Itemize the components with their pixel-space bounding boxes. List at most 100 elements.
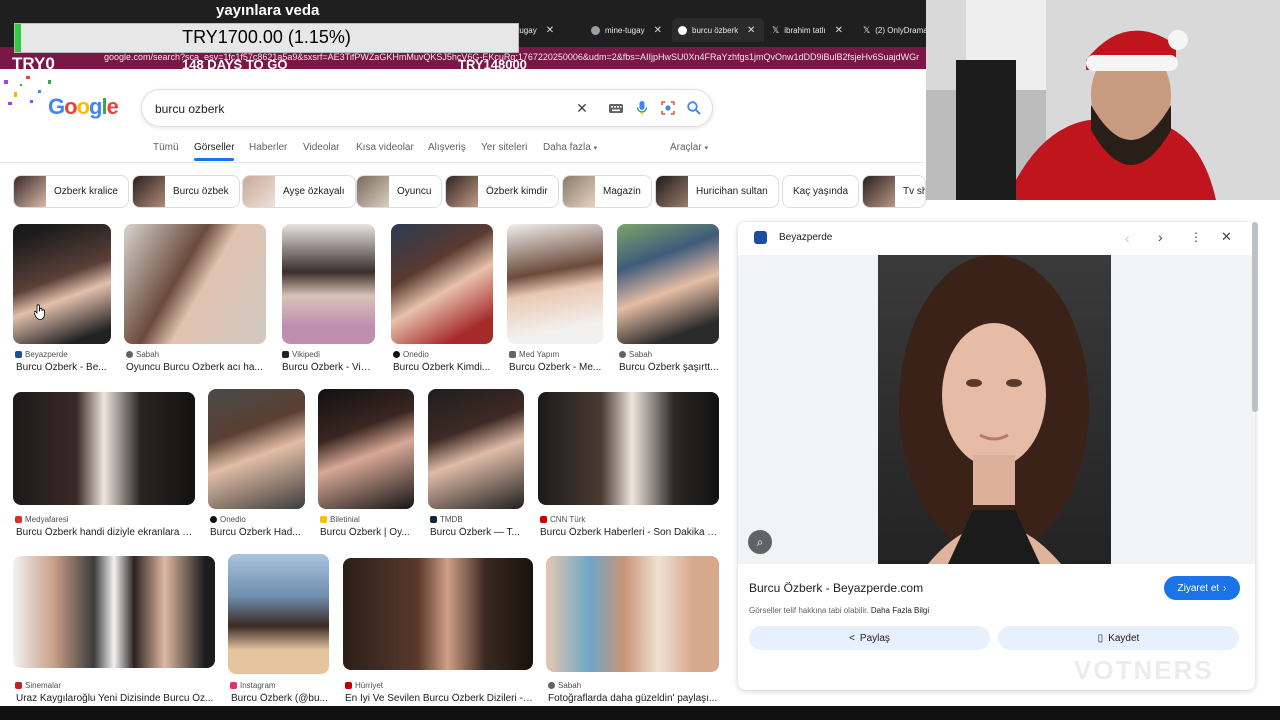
result-thumbnail[interactable]: [13, 556, 215, 668]
tab-shopping[interactable]: Alışveriş: [428, 142, 466, 153]
result-thumbnail[interactable]: [617, 224, 719, 344]
bookmark-icon: ▯: [1097, 632, 1104, 644]
result-source[interactable]: Vikipedi: [282, 350, 320, 359]
result-title[interactable]: Burcu Özberk Kimdi...: [393, 362, 493, 373]
tab-news[interactable]: Haberler: [249, 142, 287, 153]
result-title[interactable]: Oyuncu Burcu Özberk acı ha...: [126, 362, 266, 373]
keyboard-icon[interactable]: [608, 100, 624, 116]
result-thumbnail[interactable]: [13, 224, 111, 344]
divider: [0, 162, 925, 163]
result-thumbnail[interactable]: [318, 389, 414, 509]
tab-short-videos[interactable]: Kısa videolar: [356, 142, 414, 153]
lens-icon[interactable]: [660, 100, 676, 116]
tab-sites[interactable]: Yer siteleri: [481, 142, 527, 153]
x-logo-icon: 𝕏: [772, 24, 780, 35]
tools-button[interactable]: Araçlar ▾: [670, 142, 708, 153]
chip-suggestion[interactable]: Magazin: [562, 175, 652, 208]
result-source[interactable]: TMDB: [430, 515, 463, 524]
chip-suggestion[interactable]: Huricihan sultan: [655, 175, 779, 208]
panel-scrollbar[interactable]: [1252, 222, 1258, 412]
browser-tab[interactable]: 𝕏 (2) OnlyDrama: [857, 18, 934, 42]
result-source[interactable]: Biletinial: [320, 515, 360, 524]
result-source[interactable]: Medyafaresi: [15, 515, 69, 524]
result-source[interactable]: Sabah: [126, 350, 159, 359]
result-thumbnail[interactable]: [124, 224, 266, 344]
result-source[interactable]: CNN Türk: [540, 515, 585, 524]
google-logo[interactable]: Google: [48, 94, 119, 120]
save-button[interactable]: ▯ Kaydet: [998, 626, 1239, 650]
result-thumbnail[interactable]: [428, 389, 524, 509]
result-title[interactable]: En İyi Ve Sevilen Burcu Özberk Dizileri …: [345, 693, 533, 704]
result-source[interactable]: Beyazperde: [15, 350, 68, 359]
source-name: Onedio: [220, 515, 246, 524]
clear-icon[interactable]: ✕: [574, 100, 590, 116]
more-options-icon[interactable]: ⋮: [1190, 230, 1202, 244]
search-icon[interactable]: [686, 100, 702, 116]
next-image-icon[interactable]: ›: [1158, 229, 1163, 245]
browser-tab[interactable]: mine-tugay ✕: [585, 18, 668, 42]
close-preview-icon[interactable]: ✕: [1221, 229, 1232, 245]
result-title[interactable]: Burcu Özberk Had...: [210, 527, 305, 538]
result-title[interactable]: Burcu Özberk (@bu...: [231, 693, 329, 704]
browser-tab-active[interactable]: burcu özberk ✕: [672, 18, 764, 42]
result-thumbnail[interactable]: [228, 554, 329, 674]
chip-suggestion[interactable]: Ayşe özkayalı: [242, 175, 356, 208]
tab-all[interactable]: Tümü: [153, 142, 179, 153]
result-source[interactable]: Sinemalar: [15, 681, 61, 690]
result-source[interactable]: Instagram: [230, 681, 276, 690]
tab-videos[interactable]: Videolar: [303, 142, 340, 153]
result-title[interactable]: Burcu Özberk — T...: [430, 527, 524, 538]
close-tab-icon[interactable]: ✕: [747, 25, 755, 36]
result-thumbnail[interactable]: [546, 556, 719, 672]
close-tab-icon[interactable]: ✕: [654, 25, 662, 36]
close-tab-icon[interactable]: ✕: [546, 25, 554, 36]
result-thumbnail[interactable]: [208, 389, 305, 509]
preview-source[interactable]: Beyazperde: [779, 232, 832, 243]
result-title[interactable]: Uraz Kaygılaroğlu Yeni Dizisinde Burcu Ö…: [16, 693, 216, 704]
result-source[interactable]: Onedio: [393, 350, 429, 359]
source-name: Sabah: [558, 681, 582, 690]
mic-icon[interactable]: [634, 100, 650, 116]
chip-suggestion[interactable]: Kaç yaşında: [782, 175, 860, 208]
search-box[interactable]: burcu ozberk ✕: [141, 89, 713, 127]
result-title[interactable]: Burcu Özberk - Me...: [509, 362, 603, 373]
previous-image-icon[interactable]: ‹: [1125, 230, 1130, 246]
result-title[interactable]: Burcu Özberk - Viki...: [282, 362, 375, 373]
more-label: Daha fazla: [543, 142, 591, 153]
result-source[interactable]: Sabah: [548, 681, 581, 690]
result-source[interactable]: Sabah: [619, 350, 652, 359]
result-title[interactable]: Burcu Özberk | Oy...: [320, 527, 414, 538]
result-title[interactable]: Burcu Özberk - Be...: [16, 362, 112, 373]
chip-suggestion[interactable]: Tv show: [862, 175, 926, 208]
close-tab-icon[interactable]: ✕: [835, 25, 843, 36]
chip-suggestion[interactable]: Oyuncu: [356, 175, 443, 208]
result-source[interactable]: Onedio: [210, 515, 246, 524]
chip-suggestion[interactable]: Burcu özbek: [132, 175, 240, 208]
chip-suggestion[interactable]: Özberk kimdir: [445, 175, 559, 208]
result-title[interactable]: Burcu Özberk Haberleri - Son Dakika Y...: [540, 527, 719, 538]
logo-letter: o: [76, 94, 90, 119]
preview-title[interactable]: Burcu Özberk - Beyazperde.com: [749, 581, 923, 595]
result-thumbnail[interactable]: [282, 224, 375, 344]
search-input[interactable]: burcu ozberk: [155, 102, 224, 116]
result-title[interactable]: Burcu Özberk handi diziyle ekranlara d..…: [16, 527, 196, 538]
visit-button[interactable]: Ziyaret et ›: [1164, 576, 1240, 600]
result-title[interactable]: Fotoğraflarda daha güzeldin' paylaşı...: [548, 693, 719, 704]
lens-search-icon[interactable]: ⌕: [748, 530, 772, 554]
chip-suggestion[interactable]: Ozberk kralice: [13, 175, 129, 208]
result-thumbnail[interactable]: [343, 558, 533, 670]
tab-more[interactable]: Daha fazla ▾: [543, 142, 597, 153]
result-thumbnail[interactable]: [538, 392, 719, 505]
preview-image[interactable]: [878, 255, 1111, 564]
result-thumbnail[interactable]: [507, 224, 603, 344]
result-source[interactable]: Med Yapım: [509, 350, 559, 359]
result-title[interactable]: Burcu Özberk şaşırtt...: [619, 362, 719, 373]
dropdown-caret-icon: ▾: [704, 145, 708, 152]
tab-images[interactable]: Görseller: [194, 142, 235, 153]
more-info-link[interactable]: Daha Fazla Bilgi: [871, 606, 929, 615]
share-button[interactable]: < Paylaş: [749, 626, 990, 650]
result-thumbnail[interactable]: [391, 224, 493, 344]
result-thumbnail[interactable]: [13, 392, 195, 505]
browser-tab[interactable]: 𝕏ibrahim tatlı ✕: [766, 18, 849, 42]
result-source[interactable]: Hürriyet: [345, 681, 383, 690]
